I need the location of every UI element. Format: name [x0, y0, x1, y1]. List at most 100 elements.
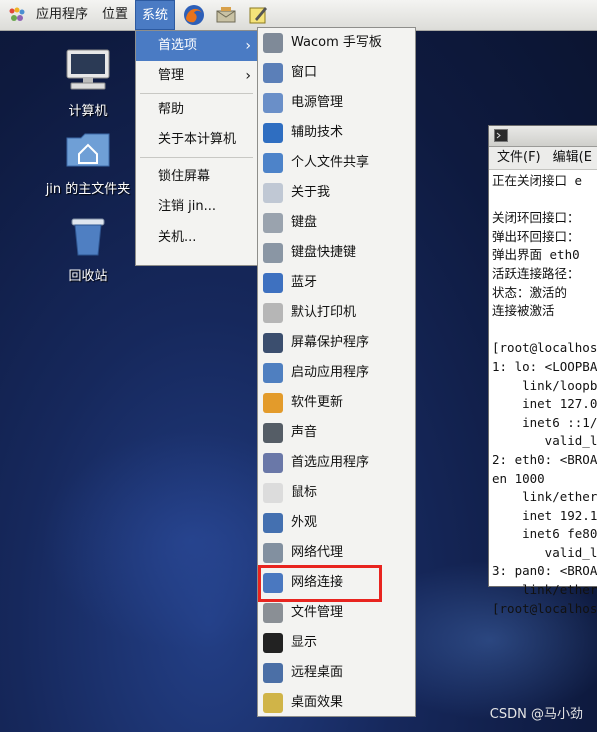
- preferences-item[interactable]: 键盘快捷键: [258, 238, 415, 268]
- system-menu-item[interactable]: 关于本计算机: [136, 125, 257, 155]
- text-editor-icon[interactable]: [247, 4, 269, 26]
- preferences-item-label: 桌面效果: [291, 695, 344, 710]
- preferences-item[interactable]: 个人文件共享: [258, 148, 415, 178]
- terminal-window[interactable]: 文件(F) 编辑(E 正在关闭接口 e 关闭环回接口： 弹出环回接口： 弹出界面 eth…: [488, 125, 597, 616]
- preferences-item[interactable]: 默认打印机: [258, 298, 415, 328]
- system-menu-item-label: 关机...: [158, 230, 197, 245]
- desktop-effects-icon: [263, 693, 283, 713]
- system-menu-item[interactable]: 关机...: [136, 223, 257, 253]
- preferences-item[interactable]: 桌面效果: [258, 688, 415, 718]
- terminal-line: [root@localhos: [492, 340, 597, 356]
- keyboard-icon: [263, 213, 283, 233]
- preferences-item-label: 显示: [291, 635, 318, 650]
- preferences-item[interactable]: 键盘: [258, 208, 415, 238]
- preferences-item[interactable]: 声音: [258, 418, 415, 448]
- preferences-item[interactable]: 显示: [258, 628, 415, 658]
- appearance-icon: [263, 513, 283, 533]
- tablet-icon: [263, 33, 283, 53]
- menu-separator: [140, 93, 253, 94]
- preferences-item-label: 外观: [291, 515, 318, 530]
- terminal-line: 弹出界面 eth0: [492, 247, 580, 263]
- firefox-icon[interactable]: [183, 4, 205, 26]
- preferences-item[interactable]: 辅助技术: [258, 118, 415, 148]
- preferences-item-label: 声音: [291, 425, 318, 440]
- accessibility-icon: [263, 123, 283, 143]
- terminal-line: link/ether: [492, 489, 597, 505]
- applications-menu[interactable]: 应用程序: [36, 0, 88, 30]
- system-menu-item-label: 管理: [158, 68, 185, 83]
- display-icon: [263, 633, 283, 653]
- desktop-home-folder[interactable]: jin 的主文件夹: [40, 130, 136, 197]
- annotation-highlight-box: [258, 565, 382, 602]
- system-menu-item[interactable]: 锁住屏幕: [136, 162, 257, 192]
- terminal-line: inet 192.1: [492, 507, 597, 523]
- trash-label: 回收站: [68, 269, 108, 284]
- printer-icon: [263, 303, 283, 323]
- preferences-item[interactable]: 网络代理: [258, 538, 415, 568]
- preferences-item-label: 鼠标: [291, 485, 318, 500]
- terminal-line: valid_l: [492, 433, 597, 449]
- terminal-line: 关闭环回接口：: [492, 210, 580, 226]
- preferences-item-label: 键盘快捷键: [291, 245, 357, 260]
- preferences-item[interactable]: 远程桌面: [258, 658, 415, 688]
- about-me-icon: [263, 183, 283, 203]
- computer-icon: [66, 49, 110, 90]
- preferences-item[interactable]: 鼠标: [258, 478, 415, 508]
- preferences-item[interactable]: 窗口: [258, 58, 415, 88]
- system-menu[interactable]: 系统: [135, 0, 175, 30]
- chevron-right-icon: ›: [245, 68, 251, 84]
- preferences-item-label: 启动应用程序: [291, 365, 370, 380]
- terminal-line: inet6 fe80: [492, 526, 597, 542]
- mouse-icon: [263, 483, 283, 503]
- preferences-item[interactable]: 外观: [258, 508, 415, 538]
- terminal-line: inet 127.0: [492, 396, 597, 412]
- desktop-trash[interactable]: 回收站: [40, 213, 136, 284]
- terminal-menu-file[interactable]: 文件(F): [497, 147, 541, 169]
- system-menu-item-label: 帮助: [158, 102, 185, 117]
- preferences-item[interactable]: Wacom 手写板: [258, 28, 415, 58]
- preferences-item[interactable]: 软件更新: [258, 388, 415, 418]
- system-menu-item-label: 注销 jin...: [158, 199, 216, 214]
- terminal-menu-edit[interactable]: 编辑(E: [553, 147, 592, 169]
- terminal-line: link/loopb: [492, 377, 597, 393]
- terminal-line: 状态：激活的: [492, 284, 568, 300]
- desktop-computer[interactable]: 计算机: [40, 48, 136, 119]
- preferences-item-label: 电源管理: [291, 95, 344, 110]
- watermark: CSDN @马小劲: [489, 707, 583, 722]
- terminal-titlebar[interactable]: [489, 126, 597, 147]
- preferences-item-label: Wacom 手写板: [291, 35, 382, 50]
- preferences-item[interactable]: 首选应用程序: [258, 448, 415, 478]
- system-menu-item[interactable]: 管理 ›: [136, 61, 257, 91]
- sound-icon: [263, 423, 283, 443]
- preferences-submenu: Wacom 手写板窗口电源管理辅助技术 个人文件共享 关于我键盘键盘快捷键蓝牙 默认打…: [257, 27, 416, 717]
- system-menu-item[interactable]: 首选项 ›: [136, 31, 257, 61]
- terminal-output[interactable]: 正在关闭接口 e 关闭环回接口： 弹出环回接口： 弹出界面 eth0 活跃连接路径： 状态…: [489, 170, 597, 618]
- preferences-item[interactable]: 电源管理: [258, 88, 415, 118]
- home-folder-label: jin 的主文件夹: [45, 182, 131, 197]
- preferences-item[interactable]: 文件管理: [258, 598, 415, 628]
- preferences-item-label: 键盘: [291, 215, 318, 230]
- preferences-item[interactable]: 启动应用程序: [258, 358, 415, 388]
- remote-desktop-icon: [263, 663, 283, 683]
- screensaver-icon: [263, 333, 283, 353]
- places-menu[interactable]: 位置: [102, 0, 128, 30]
- chevron-right-icon: ›: [245, 38, 251, 54]
- terminal-line: 2: eth0: <BROA: [492, 451, 597, 467]
- terminal-line: valid_l: [492, 544, 597, 560]
- preferences-item-label: 软件更新: [291, 395, 344, 410]
- menu-separator: [140, 157, 253, 158]
- terminal-line: [root@localhos: [492, 600, 597, 616]
- system-menu-item[interactable]: 帮助: [136, 95, 257, 125]
- home-folder-icon: [66, 133, 110, 167]
- preferences-item[interactable]: 屏幕保护程序: [258, 328, 415, 358]
- mail-client-icon[interactable]: [215, 4, 237, 26]
- window-icon: [263, 63, 283, 83]
- system-menu-item-label: 首选项: [158, 38, 198, 53]
- preferences-item[interactable]: 蓝牙: [258, 268, 415, 298]
- system-menu-item[interactable]: 注销 jin...: [136, 192, 257, 222]
- terminal-line: link/ether: [492, 582, 597, 598]
- terminal-line: 连接被激活: [492, 303, 555, 319]
- preferences-item[interactable]: 关于我: [258, 178, 415, 208]
- computer-label: 计算机: [68, 104, 108, 119]
